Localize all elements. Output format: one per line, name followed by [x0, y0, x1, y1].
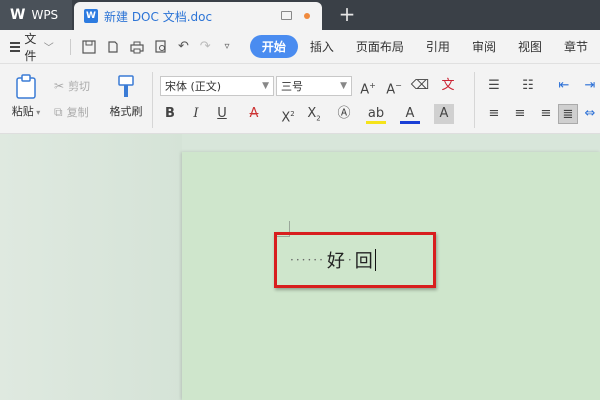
font-name-value: 宋体 (正文)	[165, 80, 222, 93]
character-shading-icon[interactable]: A	[434, 104, 454, 124]
scissors-icon: ✂	[54, 79, 65, 93]
font-size-select[interactable]: 三号 ▼	[276, 76, 352, 96]
wps-logo-icon: W	[10, 7, 26, 23]
file-menu[interactable]: 文件 ﹀	[24, 30, 53, 64]
highlight-color-icon[interactable]: ab	[366, 104, 386, 124]
left-margin-area	[0, 134, 182, 400]
chevron-down-icon: ▼	[262, 81, 269, 91]
font-color-icon[interactable]: A	[400, 104, 420, 124]
tab-view[interactable]: 视图	[508, 35, 552, 58]
undo-icon[interactable]: ↶	[178, 39, 190, 55]
print-preview-icon[interactable]	[154, 39, 168, 55]
text-effect-icon[interactable]: Ⓐ	[334, 104, 354, 124]
save-icon[interactable]	[81, 39, 96, 55]
format-painter-label: 格式刷	[109, 105, 143, 118]
chevron-down-icon: ﹀	[43, 43, 54, 54]
tab-section[interactable]: 章节	[554, 35, 598, 58]
underline-icon[interactable]: U	[212, 104, 232, 124]
wps-home-label: WPS	[31, 8, 59, 22]
italic-icon[interactable]: I	[186, 104, 206, 124]
new-tab-button[interactable]: +	[336, 3, 358, 25]
strikethrough-icon[interactable]: A	[244, 104, 264, 124]
decrease-indent-icon[interactable]: ⇤	[554, 76, 574, 96]
eraser-icon[interactable]: ⌫	[410, 76, 430, 96]
cut-button[interactable]: ✂ 剪切	[54, 78, 90, 94]
title-bar: W WPS W 新建 DOC 文档.doc +	[0, 0, 600, 30]
align-center-icon[interactable]: ≡	[510, 104, 530, 124]
copy-button[interactable]: ⧉ 复制	[54, 104, 89, 120]
phonetic-guide-icon[interactable]: 文	[438, 76, 458, 96]
tab-insert[interactable]: 插入	[300, 35, 344, 58]
print-icon[interactable]	[129, 39, 144, 55]
paste-button[interactable]: 粘贴 ▾	[8, 74, 44, 119]
font-name-select[interactable]: 宋体 (正文) ▼	[160, 76, 274, 96]
wps-home-tab[interactable]: W WPS	[0, 0, 72, 30]
unsaved-dot-icon	[304, 13, 310, 19]
chevron-down-icon: ▼	[340, 81, 347, 91]
bold-icon[interactable]: B	[160, 104, 180, 124]
align-right-icon[interactable]: ≡	[536, 104, 556, 124]
tab-references[interactable]: 引用	[416, 35, 460, 58]
format-painter-button[interactable]: 格式刷	[106, 74, 146, 119]
subscript-icon[interactable]: X2	[304, 104, 324, 124]
menu-bar: 文件 ﹀ ↶ ↷ ▿ 开始 插入 页面布局 引用 审阅 视图 章节	[0, 30, 600, 64]
font-size-value: 三号	[281, 80, 303, 93]
file-menu-label: 文件	[24, 31, 37, 63]
export-pdf-icon[interactable]	[106, 39, 120, 55]
redo-icon[interactable]: ↷	[199, 39, 211, 55]
tab-page-layout[interactable]: 页面布局	[346, 35, 414, 58]
ribbon-toolbar: 粘贴 ▾ ✂ 剪切 ⧉ 复制 格式刷 宋体 (正文) ▼ 三号 ▼ A+ A− …	[0, 64, 600, 134]
quick-access-dropdown-icon[interactable]: ▿	[221, 39, 233, 55]
divider	[69, 38, 71, 55]
justify-icon[interactable]: ≣	[558, 104, 578, 124]
numbered-list-icon[interactable]: ☷	[518, 76, 538, 96]
paste-label: 粘贴	[11, 105, 34, 118]
tab-home[interactable]: 开始	[249, 35, 298, 58]
clipboard-icon	[16, 74, 36, 99]
bullet-list-icon[interactable]: ☰	[484, 76, 504, 96]
red-annotation-box	[274, 232, 436, 288]
word-doc-icon: W	[84, 9, 98, 23]
tab-review[interactable]: 审阅	[462, 35, 506, 58]
grow-font-icon[interactable]: A+	[358, 76, 378, 97]
copy-label: 复制	[66, 106, 89, 119]
distributed-align-icon[interactable]: ⇔	[580, 104, 600, 124]
align-left-icon[interactable]: ≡	[484, 104, 504, 124]
hamburger-menu-icon[interactable]	[10, 40, 21, 54]
copy-icon: ⧉	[54, 104, 63, 119]
divider	[474, 72, 475, 128]
ribbon-tabs: 开始 插入 页面布局 引用 审阅 视图 章节	[249, 35, 600, 58]
cut-label: 剪切	[68, 80, 91, 93]
shrink-font-icon[interactable]: A−	[384, 76, 404, 97]
document-tab[interactable]: W 新建 DOC 文档.doc	[74, 2, 322, 30]
divider	[152, 72, 153, 128]
monitor-icon[interactable]	[281, 11, 292, 20]
paintbrush-icon	[118, 75, 134, 97]
increase-indent-icon[interactable]: ⇥	[580, 76, 600, 96]
superscript-icon[interactable]: X2	[278, 104, 298, 125]
document-tab-title: 新建 DOC 文档.doc	[104, 9, 213, 24]
